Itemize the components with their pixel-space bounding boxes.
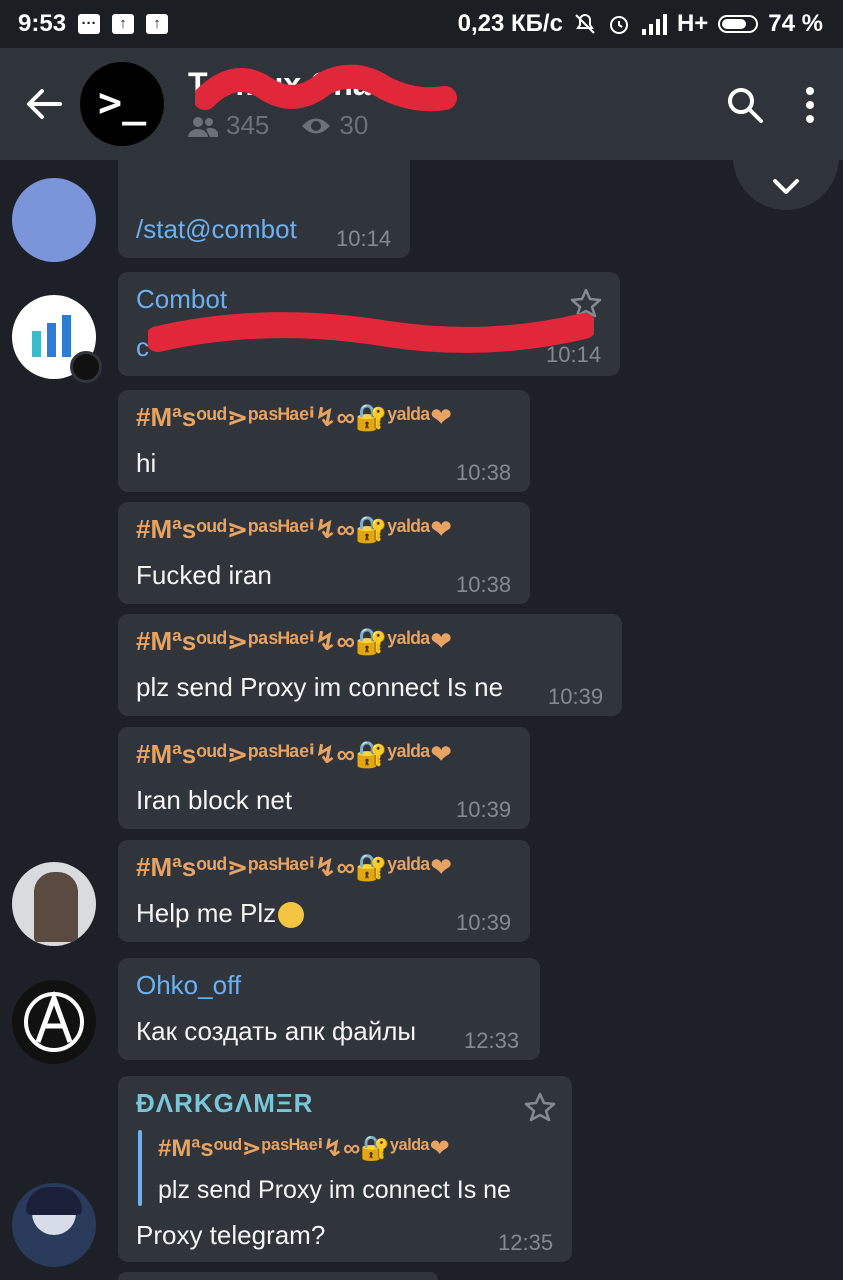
- user-avatar[interactable]: [12, 178, 96, 262]
- network-speed: 0,23 КБ/с: [457, 10, 563, 37]
- reply-quote-bar: [138, 1130, 142, 1206]
- message-bubble[interactable]: #Mªsᵒᵘᵈ⋗ᵖᵃˢᴴᵃᵉⁱ↯∞🔐ʸᵃˡᵈᵃ❤ plz send Proxy …: [118, 614, 622, 716]
- message-sender[interactable]: #Mªsᵒᵘᵈ⋗ᵖᵃˢᴴᵃᵉⁱ↯∞🔐ʸᵃˡᵈᵃ❤: [136, 514, 452, 545]
- message-bubble[interactable]: ÐΛRKGΛMΞR #Mªsᵒᵘᵈ⋗ᵖᵃˢᴴᵃᵉⁱ↯∞🔐ʸᵃˡᵈᵃ❤ plz s…: [118, 1076, 572, 1262]
- star-icon[interactable]: [570, 288, 602, 318]
- reply-text[interactable]: plz send Proxy im connect Is ne: [158, 1176, 511, 1205]
- status-time: 9:53: [18, 10, 67, 37]
- upload-notification-icon: ↑: [112, 14, 135, 34]
- message-bubble-partial[interactable]: [118, 1272, 438, 1280]
- message-text: Как создать апк файлы: [136, 1016, 417, 1046]
- message-sender[interactable]: #Mªsᵒᵘᵈ⋗ᵖᵃˢᴴᵃᵉⁱ↯∞🔐ʸᵃˡᵈᵃ❤: [136, 739, 452, 770]
- message-sender[interactable]: #Mªsᵒᵘᵈ⋗ᵖᵃˢᴴᵃᵉⁱ↯∞🔐ʸᵃˡᵈᵃ❤: [136, 852, 452, 883]
- chevron-down-icon: [773, 179, 799, 194]
- message-time: 12:35: [498, 1230, 554, 1255]
- reply-sender[interactable]: #Mªsᵒᵘᵈ⋗ᵖᵃˢᴴᵃᵉⁱ↯∞🔐ʸᵃˡᵈᵃ❤: [158, 1134, 450, 1163]
- chat-subtitle: 345 30: [188, 110, 368, 141]
- message-time: 10:38: [456, 572, 512, 597]
- avatar-photo-figure: [34, 872, 78, 942]
- eye-icon: [302, 118, 331, 133]
- message-sender[interactable]: ÐΛRKGΛMΞR: [136, 1088, 313, 1119]
- battery-percent: 74 %: [768, 10, 823, 37]
- message-text: Help me Plz: [136, 898, 305, 929]
- scroll-down-button[interactable]: [733, 150, 839, 210]
- message-bubble[interactable]: #Mªsᵒᵘᵈ⋗ᵖᵃˢᴴᵃᵉⁱ↯∞🔐ʸᵃˡᵈᵃ❤ Iran block net …: [118, 727, 530, 829]
- message-bubble[interactable]: #Mªsᵒᵘᵈ⋗ᵖᵃˢᴴᵃᵉⁱ↯∞🔐ʸᵃˡᵈᵃ❤ Fucked iran 10:…: [118, 502, 530, 604]
- message-time: 12:33: [464, 1028, 520, 1053]
- more-menu-icon[interactable]: [800, 86, 820, 124]
- alarm-icon: [609, 16, 628, 34]
- user-avatar-logo[interactable]: [12, 980, 96, 1064]
- message-text-content: Help me Plz: [136, 898, 277, 928]
- message-time: 10:38: [456, 460, 512, 485]
- message-notification-icon: ···: [78, 14, 101, 34]
- upload-notification-icon-2: ↑: [146, 14, 169, 34]
- message-sender[interactable]: Ohko_off: [136, 970, 241, 1001]
- bot-command-link[interactable]: /stat@combot: [136, 214, 297, 245]
- online-count: 30: [339, 110, 369, 140]
- bot-badge: [70, 351, 102, 383]
- message-bubble[interactable]: Combot c 10:14: [118, 272, 620, 376]
- members-count: 345: [226, 110, 270, 140]
- message-time: 10:14: [336, 226, 392, 251]
- terminal-prompt-icon: >_: [98, 80, 147, 126]
- message-text: plz send Proxy im connect Is ne: [136, 672, 504, 702]
- user-avatar-anime[interactable]: [12, 1183, 96, 1267]
- message-text: Proxy telegram?: [136, 1220, 326, 1250]
- message-sender[interactable]: Combot: [136, 284, 227, 315]
- avatar-hair: [26, 1187, 82, 1215]
- chat-header: >_ Termux Chat 345 30: [0, 48, 843, 160]
- message-text: Iran block net: [136, 785, 293, 815]
- message-text: Fucked iran: [136, 560, 272, 590]
- mute-icon: [575, 13, 595, 34]
- message-text: hi: [136, 448, 157, 478]
- confused-face-emoji-icon: [278, 902, 305, 929]
- message-bubble[interactable]: #Mªsᵒᵘᵈ⋗ᵖᵃˢᴴᵃᵉⁱ↯∞🔐ʸᵃˡᵈᵃ❤ Help me Plz 10:…: [118, 840, 530, 942]
- search-icon[interactable]: [726, 86, 764, 124]
- anarchy-logo-icon: [24, 990, 84, 1052]
- status-bar: 9:53 ··· ↑ ↑ 0,23 КБ/с H+ 74 %: [0, 0, 843, 48]
- message-text[interactable]: c: [136, 332, 149, 363]
- battery-level: [722, 19, 747, 29]
- message-bubble[interactable]: #Mªsᵒᵘᵈ⋗ᵖᵃˢᴴᵃᵉⁱ↯∞🔐ʸᵃˡᵈᵃ❤ hi 10:38: [118, 390, 530, 492]
- message-time: 10:39: [548, 684, 604, 709]
- message-time: 10:39: [456, 797, 512, 822]
- message-time: 10:14: [546, 342, 602, 367]
- message-sender[interactable]: #Mªsᵒᵘᵈ⋗ᵖᵃˢᴴᵃᵉⁱ↯∞🔐ʸᵃˡᵈᵃ❤: [136, 626, 452, 657]
- back-arrow-icon[interactable]: [24, 86, 64, 122]
- star-icon[interactable]: [524, 1092, 556, 1122]
- chat-title[interactable]: Termux Chat: [188, 66, 381, 103]
- signal-icon: [641, 14, 667, 35]
- members-icon: [188, 116, 218, 137]
- message-sender[interactable]: #Mªsᵒᵘᵈ⋗ᵖᵃˢᴴᵃᵉⁱ↯∞🔐ʸᵃˡᵈᵃ❤: [136, 402, 452, 433]
- message-bubble[interactable]: Ohko_off Как создать апк файлы 12:33: [118, 958, 540, 1060]
- message-time: 10:39: [456, 910, 512, 935]
- message-bubble[interactable]: /stat@combot 10:14: [118, 160, 410, 258]
- group-avatar[interactable]: >_: [80, 62, 164, 146]
- user-avatar-photo[interactable]: [12, 862, 96, 946]
- network-type: H+: [676, 10, 709, 37]
- battery-icon: [718, 15, 759, 33]
